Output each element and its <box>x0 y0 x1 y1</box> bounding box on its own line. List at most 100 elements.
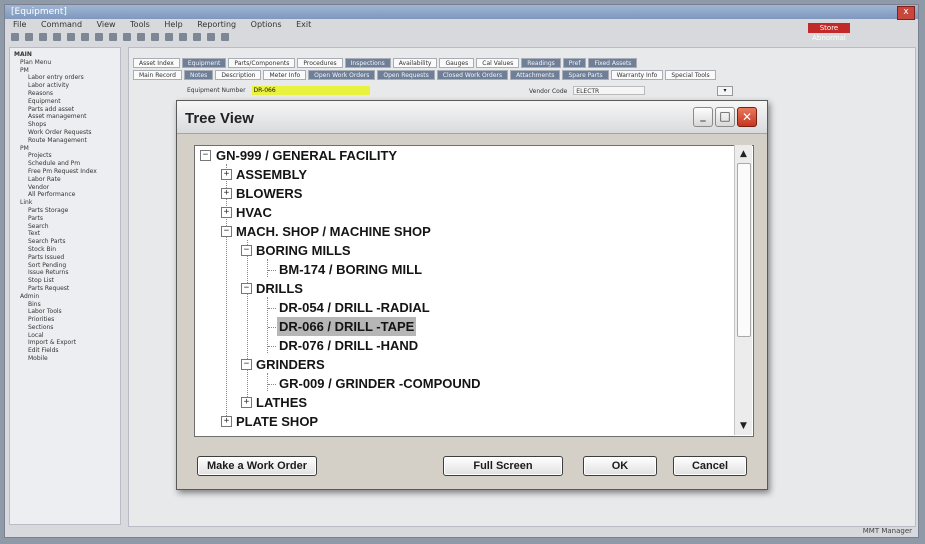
tree-node[interactable]: GN-999 / GENERAL FACILITY <box>214 146 399 165</box>
toolbar-help-icon[interactable] <box>221 33 229 41</box>
toolbar-save-icon[interactable] <box>39 33 47 41</box>
tab[interactable]: Inspections <box>344 58 391 68</box>
sidebar-item[interactable]: Labor entry orders <box>14 74 116 82</box>
sidebar-item[interactable]: Projects <box>14 152 116 160</box>
tab[interactable]: Fixed Assets <box>588 58 638 68</box>
cancel-button[interactable]: Cancel <box>673 456 747 476</box>
toolbar-undo-icon[interactable] <box>109 33 117 41</box>
sidebar-item[interactable]: Work Order Requests <box>14 129 116 137</box>
sidebar-item[interactable]: Route Management <box>14 137 116 145</box>
sidebar-item[interactable]: Labor activity <box>14 82 116 90</box>
sidebar-item[interactable]: Plan Menu <box>14 59 116 67</box>
tab[interactable]: Gauges <box>439 58 475 68</box>
tab[interactable]: Spare Parts <box>562 70 609 80</box>
tab[interactable]: Pref <box>562 58 587 68</box>
full-screen-button[interactable]: Full Screen <box>443 456 563 476</box>
tab[interactable]: Meter Info <box>263 70 307 80</box>
minimize-icon[interactable]: _ <box>693 107 713 127</box>
tab[interactable]: Main Record <box>133 70 182 80</box>
toolbar-report-icon[interactable] <box>207 33 215 41</box>
menu-item-reporting[interactable]: Reporting <box>197 20 236 29</box>
sidebar-item[interactable]: Search <box>14 223 116 231</box>
toolbar-prev-icon[interactable] <box>137 33 145 41</box>
sidebar-item[interactable]: Reasons <box>14 90 116 98</box>
sidebar-item[interactable]: Parts Request <box>14 285 116 293</box>
menu-item-command[interactable]: Command <box>41 20 82 29</box>
tree-node[interactable]: BM-174 / BORING MILL <box>277 260 424 279</box>
tree-scrollbar[interactable]: ▲ ▼ <box>734 145 752 435</box>
toolbar-copy-icon[interactable] <box>81 33 89 41</box>
sidebar-item[interactable]: Schedule and Pm <box>14 160 116 168</box>
toolbar-paste-icon[interactable] <box>95 33 103 41</box>
sidebar-item[interactable]: Free Pm Request Index <box>14 168 116 176</box>
tab[interactable]: Parts/Components <box>228 58 296 68</box>
make-work-order-button[interactable]: Make a Work Order <box>197 456 317 476</box>
maximize-icon[interactable]: □ <box>715 107 735 127</box>
equipment-tree[interactable]: − GN-999 / GENERAL FACILITY + ASSEMBLY + BLOW… <box>194 145 754 437</box>
sidebar-item[interactable]: Issue Returns <box>14 269 116 277</box>
collapse-icon[interactable]: − <box>241 283 252 294</box>
sidebar-item[interactable]: Vendor <box>14 184 116 192</box>
sidebar-item[interactable]: Edit Fields <box>14 347 116 355</box>
tree-node[interactable]: GRINDERS <box>254 355 327 374</box>
sidebar-item[interactable]: Labor Tools <box>14 308 116 316</box>
menu-item-file[interactable]: File <box>13 20 26 29</box>
sidebar-item[interactable]: PM <box>14 145 116 153</box>
sidebar-item[interactable]: Parts <box>14 215 116 223</box>
tree-node[interactable]: DR-076 / DRILL -HAND <box>277 336 420 355</box>
tab[interactable]: Open Work Orders <box>308 70 376 80</box>
menu-item-help[interactable]: Help <box>164 20 182 29</box>
tab[interactable]: Asset Index <box>133 58 180 68</box>
tab[interactable]: Description <box>215 70 262 80</box>
menu-item-view[interactable]: View <box>97 20 116 29</box>
expand-icon[interactable]: + <box>221 416 232 427</box>
sidebar-item[interactable]: Local <box>14 332 116 340</box>
sidebar-item[interactable]: Shops <box>14 121 116 129</box>
toolbar-filter-icon[interactable] <box>193 33 201 41</box>
tab[interactable]: Readings <box>521 58 561 68</box>
sidebar-item[interactable]: Stop List <box>14 277 116 285</box>
toolbar-cut-icon[interactable] <box>67 33 75 41</box>
sidebar-item[interactable]: Labor Rate <box>14 176 116 184</box>
toolbar-find-icon[interactable] <box>179 33 187 41</box>
toolbar-last-icon[interactable] <box>165 33 173 41</box>
tab[interactable]: Procedures <box>297 58 343 68</box>
tab[interactable]: Availability <box>392 58 438 68</box>
scroll-down-icon[interactable]: ▼ <box>736 418 751 434</box>
tab[interactable]: Equipment <box>181 58 227 68</box>
sidebar-item[interactable]: Equipment <box>14 98 116 106</box>
tree-node[interactable]: BLOWERS <box>234 184 304 203</box>
sidebar-item[interactable]: PM <box>14 67 116 75</box>
menu-item-options[interactable]: Options <box>251 20 282 29</box>
vendor-dropdown-icon[interactable]: ▾ <box>717 86 733 96</box>
tab[interactable]: Attachments <box>510 70 561 80</box>
sidebar-item[interactable]: Admin <box>14 293 116 301</box>
sidebar-item[interactable]: Parts Issued <box>14 254 116 262</box>
toolbar-next-icon[interactable] <box>151 33 159 41</box>
tree-node[interactable]: HVAC <box>234 203 274 222</box>
sidebar-item[interactable]: Link <box>14 199 116 207</box>
collapse-icon[interactable]: − <box>221 226 232 237</box>
sidebar-item[interactable]: Sections <box>14 324 116 332</box>
vendor-code-field[interactable]: ELECTR <box>573 86 646 95</box>
equipment-number-field[interactable]: DR-066 <box>251 86 370 95</box>
tab[interactable]: Closed Work Orders <box>436 70 509 80</box>
menu-item-exit[interactable]: Exit <box>296 20 311 29</box>
sidebar-item[interactable]: Asset management <box>14 113 116 121</box>
tab[interactable]: Cal Values <box>476 58 520 68</box>
sidebar-item[interactable]: Search Parts <box>14 238 116 246</box>
sidebar-item[interactable]: Bins <box>14 301 116 309</box>
collapse-icon[interactable]: − <box>241 359 252 370</box>
toolbar-first-icon[interactable] <box>123 33 131 41</box>
expand-icon[interactable]: + <box>221 169 232 180</box>
sidebar-item[interactable]: Sort Pending <box>14 262 116 270</box>
scroll-up-icon[interactable]: ▲ <box>736 146 751 162</box>
toolbar-new-icon[interactable] <box>11 33 19 41</box>
tab[interactable]: Warranty Info <box>610 70 664 80</box>
sidebar-item[interactable]: Import & Export <box>14 339 116 347</box>
expand-icon[interactable]: + <box>221 188 232 199</box>
sidebar-item[interactable]: Text <box>14 230 116 238</box>
tree-node[interactable]: MACH. SHOP / MACHINE SHOP <box>234 222 433 241</box>
sidebar-item[interactable]: Priorities <box>14 316 116 324</box>
tree-node[interactable]: GR-009 / GRINDER -COMPOUND <box>277 374 483 393</box>
